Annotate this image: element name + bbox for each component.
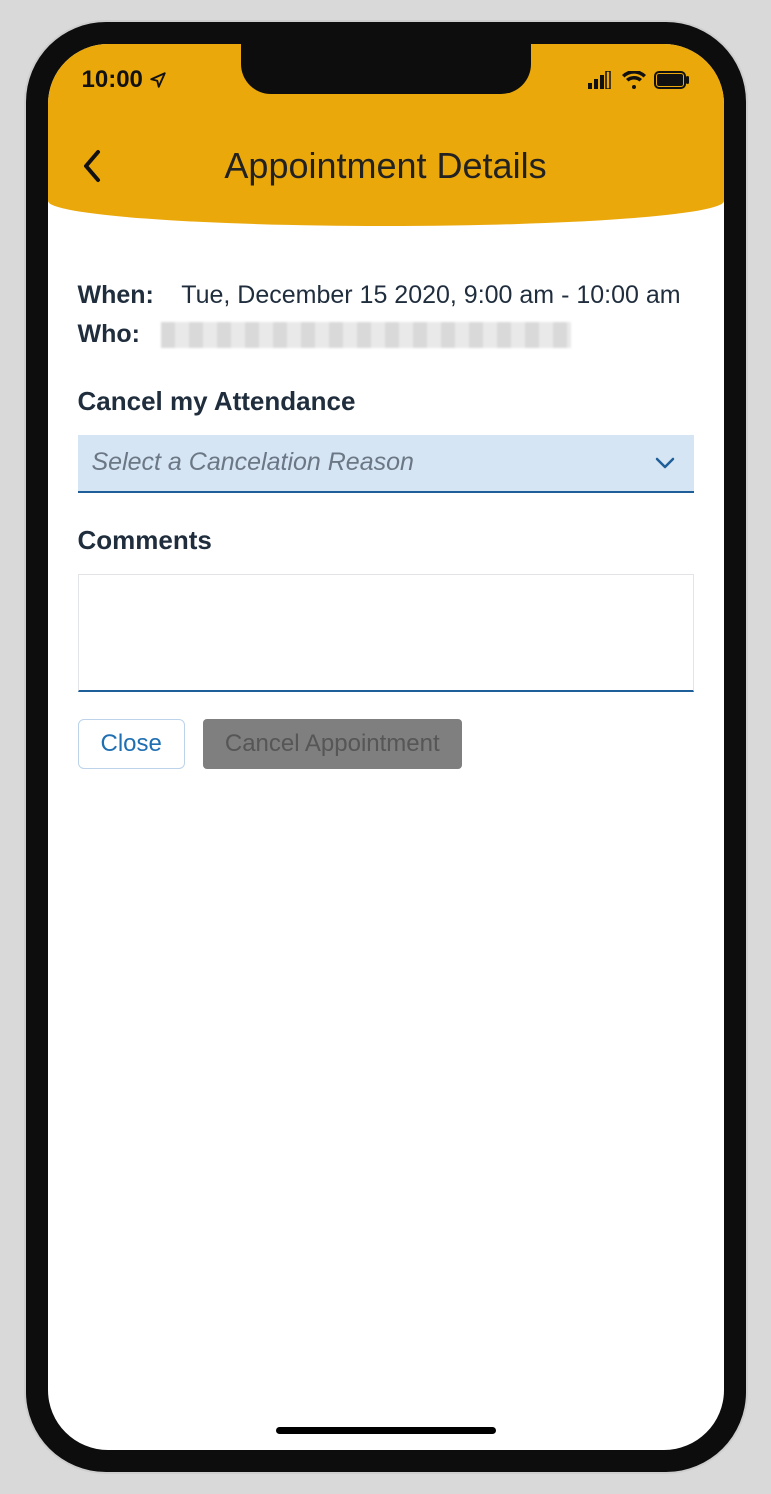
close-button[interactable]: Close [78, 719, 185, 769]
back-button[interactable] [72, 146, 112, 186]
chevron-left-icon [80, 148, 104, 184]
phone-frame: 10:00 Appointment Detai [26, 22, 746, 1472]
who-label: Who: [78, 320, 140, 348]
who-row: Who: [78, 315, 694, 354]
who-value-redacted [161, 322, 571, 348]
when-value: Tue, December 15 2020, 9:00 am - 10:00 a… [181, 281, 680, 309]
home-indicator[interactable] [276, 1427, 496, 1434]
page-title: Appointment Details [112, 145, 660, 187]
status-time: 10:00 [82, 66, 143, 94]
cellular-icon [588, 71, 614, 89]
chevron-down-icon [654, 456, 676, 470]
comments-section-title: Comments [78, 525, 694, 556]
page-header: Appointment Details [48, 106, 724, 226]
when-label: When: [78, 281, 154, 309]
when-row: When: Tue, December 15 2020, 9:00 am - 1… [78, 276, 694, 315]
button-row: Close Cancel Appointment [78, 719, 694, 769]
comments-input[interactable] [78, 574, 694, 692]
cancelation-reason-select[interactable]: Select a Cancelation Reason [78, 435, 694, 493]
select-placeholder: Select a Cancelation Reason [92, 448, 414, 477]
cancel-section-title: Cancel my Attendance [78, 386, 694, 417]
cancel-appointment-button[interactable]: Cancel Appointment [203, 719, 462, 769]
phone-screen: 10:00 Appointment Detai [48, 44, 724, 1450]
battery-icon [654, 71, 690, 89]
location-icon [149, 71, 167, 89]
content-area: When: Tue, December 15 2020, 9:00 am - 1… [48, 226, 724, 769]
wifi-icon [622, 71, 646, 89]
phone-notch [241, 44, 531, 94]
